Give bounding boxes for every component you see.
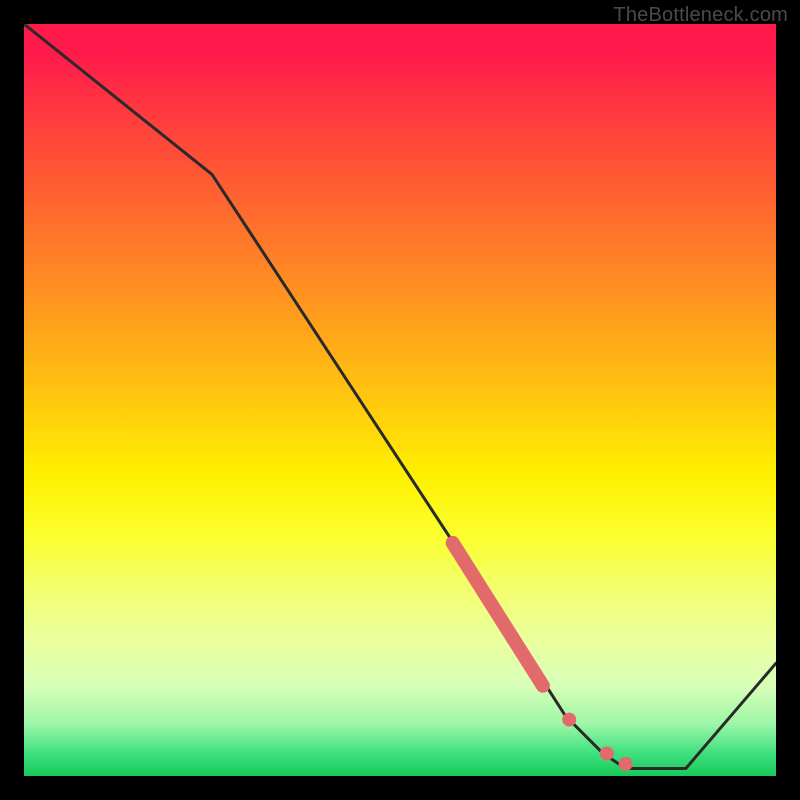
plot-area — [24, 24, 776, 776]
bottleneck-curve — [24, 24, 776, 769]
marker-dot — [562, 713, 576, 727]
marker-group — [562, 713, 632, 771]
curve-layer — [24, 24, 776, 776]
marker-dot — [600, 746, 614, 760]
chart-frame: TheBottleneck.com — [0, 0, 800, 800]
watermark-text: TheBottleneck.com — [613, 4, 788, 27]
marker-dot — [619, 757, 633, 771]
highlight-segment — [453, 543, 543, 686]
